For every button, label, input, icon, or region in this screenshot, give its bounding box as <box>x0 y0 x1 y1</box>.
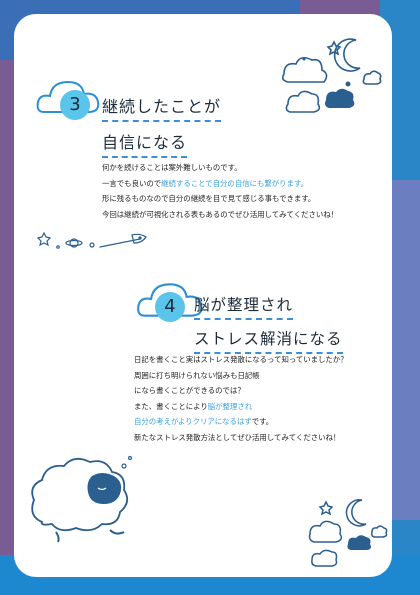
section4-body-line: 自分の考えがよりクリアになるはずです。 <box>134 414 348 430</box>
section4-text-segment: です。 <box>251 417 274 426</box>
section3-text-segment: 継続することで自分の自信にも繋がります。 <box>161 178 308 188</box>
section3-body-line: 形に残るものなので自分の継続を目で見て感じる事もできます。 <box>102 191 338 207</box>
section3-text-segment: 今回は継続が可視化される表もあるのでぜひ活用してみてくださいね！ <box>102 209 339 219</box>
section4-body-line: 日記を書くこと実はストレス発散になるって知っていましたか？ <box>134 352 348 368</box>
section3-body-line: 何かを続けることは案外難しいものです。 <box>102 160 338 176</box>
section4-body-line: また、書くことにより脳が整理され <box>134 399 348 415</box>
section4-text-segment: また、書くことにより <box>134 401 208 411</box>
section3-body-line: 今回は継続が可視化される表もあるのでぜひ活用してみてくださいね！ <box>102 207 338 223</box>
section3-text-segment: 何かを続けることは案外難しいものです。 <box>102 163 242 172</box>
sleeping-sheep-illustration <box>31 455 133 543</box>
moon-clouds-illustration-top <box>281 38 382 113</box>
space-doodle-illustration <box>36 231 147 249</box>
section4-text-segment: 周囲に打ち明けられない悩みも日記帳 <box>134 370 260 380</box>
section4-text-segment: 新たなストレス発散方法としてぜひ活用してみてくださいね！ <box>134 432 341 442</box>
section4-title-line1: 脳が整理され <box>194 293 294 320</box>
section3-text-segment: 一言でも良いので <box>102 178 162 188</box>
page-sheet: 3 継続したことが 自信になる 何かを続けることは案外難しいものです。 一言でも良… <box>14 14 392 577</box>
section4-body-line: になら書くことができるのでは？ <box>134 383 348 399</box>
section3-title-line1: 継続したことが <box>102 93 222 122</box>
section3-title-line2: 自信になる <box>102 129 188 158</box>
section4-body-text: 日記を書くこと実はストレス発散になるって知っていましたか？ 周囲に打ち明けられない… <box>134 352 348 445</box>
section4-text-segment: 自分の考えがよりクリアになるはず <box>134 417 252 426</box>
section4-body-line: 新たなストレス発散方法としてぜひ活用してみてくださいね！ <box>134 430 348 446</box>
section3-body-line: 一言でも良いので継続することで自分の自信にも繋がります。 <box>102 176 338 192</box>
section3-heading: 継続したことが 自信になる <box>102 93 222 165</box>
section4-text-segment: になら書くことができるのでは？ <box>134 386 245 395</box>
section4-heading: 脳が整理され ストレス解消になる <box>194 293 343 361</box>
section4-text-segment: 脳が整理され <box>207 401 253 411</box>
section3-text-segment: 形に残るものなので自分の継続を目で見て感じる事もできます。 <box>102 194 316 203</box>
section3-number-badge: 3 <box>60 90 90 120</box>
section4-body-line: 周囲に打ち明けられない悩みも日記帳 <box>134 368 348 384</box>
moon-clouds-illustration-bottom <box>308 499 388 567</box>
section3-body-text: 何かを続けることは案外難しいものです。 一言でも良いので継続することで自分の自信に… <box>102 160 338 222</box>
section4-title-line2: ストレス解消になる <box>194 327 343 354</box>
section4-text-segment: 日記を書くこと実はストレス発散になるって知っていましたか？ <box>134 355 348 364</box>
section4-number-badge: 4 <box>155 292 185 322</box>
